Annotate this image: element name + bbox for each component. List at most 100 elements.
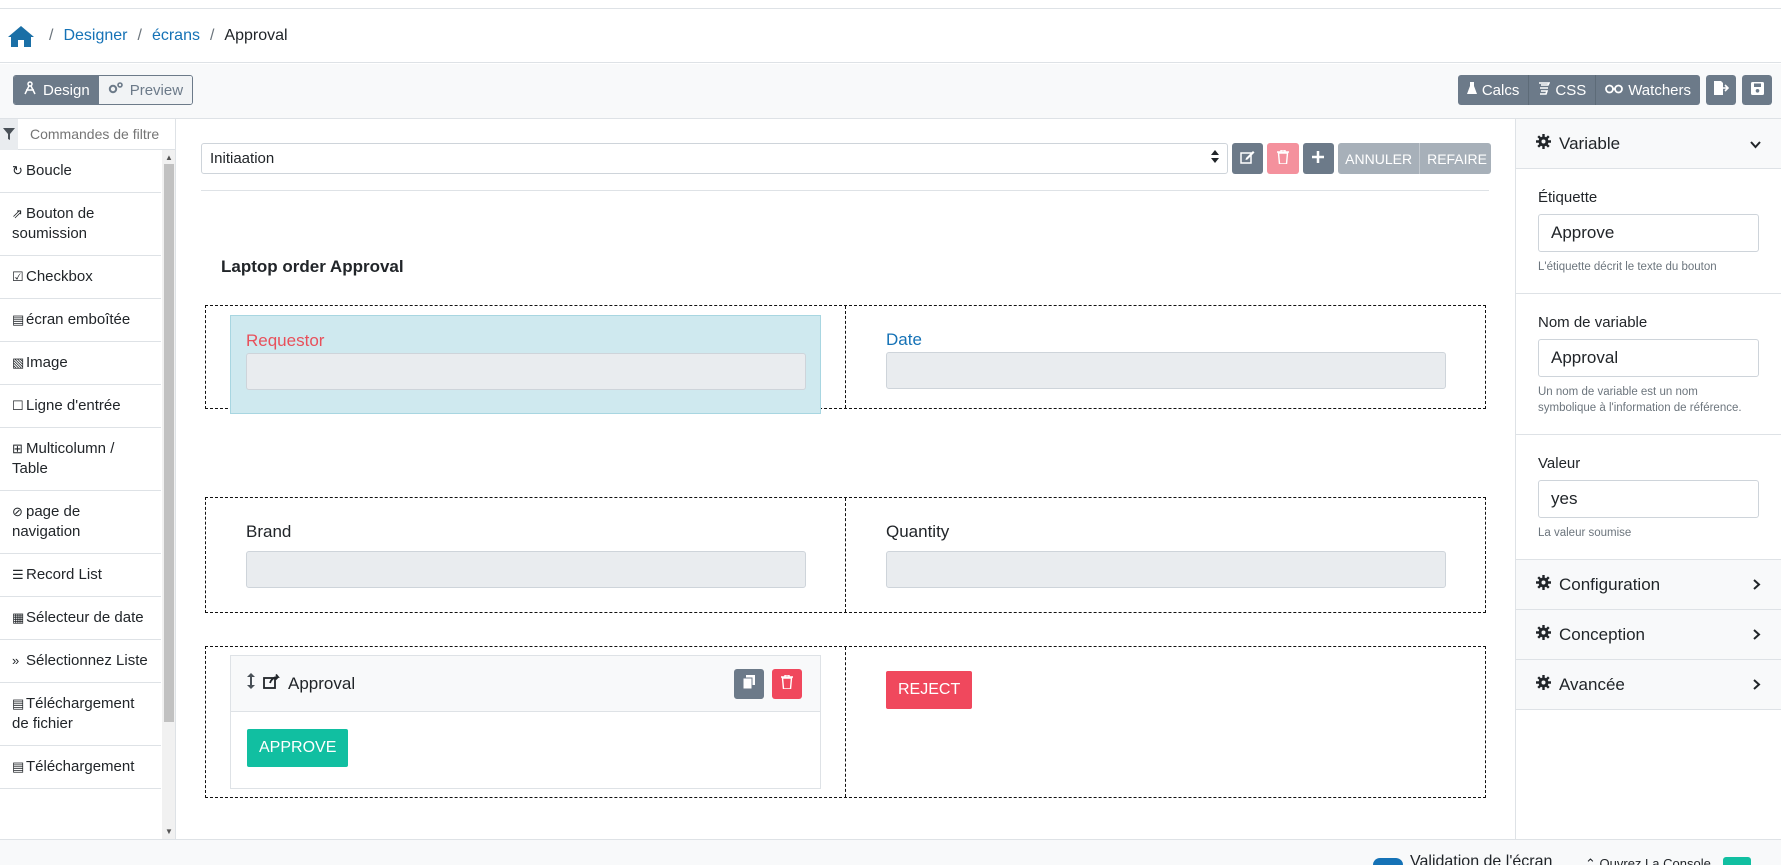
chevron-right-icon [1753,625,1761,645]
approval-button-card[interactable]: Approval APPROVE [230,655,821,789]
variable-section-header[interactable]: Variable [1516,119,1781,169]
file-export-icon [1713,81,1730,99]
calcs-button[interactable]: Calcs [1457,75,1530,105]
open-console-button[interactable]: ⌃ Ouvrez La Console [1585,856,1711,865]
delete-button[interactable] [772,669,802,699]
component-label: Téléchargement [26,758,135,775]
date-input[interactable] [886,352,1446,389]
scroll-down-icon[interactable]: ▼ [165,827,173,836]
component-item-record-list[interactable]: ☰ Record List [0,554,161,597]
screen-validation-toggle[interactable] [1373,858,1403,865]
label-property: Étiquette Approve L'étiquette décrit le … [1516,169,1781,294]
scroll-up-icon[interactable]: ▲ [165,153,173,162]
label-property-input[interactable]: Approve [1538,214,1759,252]
approval-card-title: Approval [288,673,356,693]
label-property-help: L'étiquette décrit le texte du bouton [1538,261,1717,273]
card-actions [734,669,802,699]
value-property-input[interactable]: yes [1538,480,1759,518]
trash-icon [1277,148,1290,168]
square-icon: ☐ [12,398,24,413]
label-property-title: Étiquette [1538,189,1598,206]
scrollbar-thumb[interactable] [164,164,174,722]
save-button[interactable] [1742,75,1772,105]
component-item-nested-screen[interactable]: ▤ écran emboîtée [0,299,161,342]
multicolumn-row-3[interactable]: Approval APPROVE REJECT [205,646,1486,798]
component-item-submit-button[interactable]: ⇗ Bouton de soumission [0,193,161,256]
variable-header-label: Variable [1559,133,1621,153]
gear-icon [1536,624,1551,645]
component-item-page-navigation[interactable]: ⊘ page de navigation [0,491,161,554]
component-item-select-list[interactable]: » Sélectionnez Liste [0,640,161,683]
requestor-input[interactable] [246,353,806,390]
column-right[interactable]: Quantity [845,498,1485,612]
column-left[interactable]: Requestor [206,306,845,414]
file-download-icon: ▤ [12,759,25,774]
undo-button[interactable]: ANNULER [1338,143,1421,174]
delete-page-button[interactable] [1267,143,1299,174]
duplicate-button[interactable] [734,669,764,699]
plus-icon [1312,150,1325,167]
chevron-right-icon [1753,675,1761,695]
component-item-date-picker[interactable]: ▦ Sélecteur de date [0,597,161,640]
component-item-file-upload[interactable]: ▤ Téléchargement de fichier [0,683,161,746]
component-label: écran emboîtée [26,311,131,328]
breadcrumb-current: Approval [224,26,288,44]
configuration-section-header[interactable]: Configuration [1516,560,1781,610]
add-page-button[interactable] [1302,143,1335,174]
breadcrumb-link-screens[interactable]: écrans [152,27,200,45]
component-item-file-download[interactable]: ▤ Téléchargement [0,746,161,789]
form-title[interactable]: Laptop order Approval [221,257,404,277]
cogs-icon [108,81,124,99]
file-icon: ▤ [12,312,25,327]
edit-page-button[interactable] [1232,143,1264,174]
brand-input[interactable] [246,551,806,588]
component-label: Sélectionnez Liste [26,652,148,669]
multicolumn-row-1[interactable]: Requestor Date [205,305,1486,414]
filter-commands-input[interactable] [18,126,168,142]
column-left[interactable]: Approval APPROVE [206,647,845,797]
css3-icon [1538,81,1551,99]
preview-mode-button[interactable]: Preview [98,76,193,104]
component-item-loop[interactable]: ↻ Boucle [0,150,161,193]
component-item-multicolumn[interactable]: ⊞ Multicolumn / Table [0,428,161,491]
component-item-image[interactable]: ▧ Image [0,342,161,385]
approve-button[interactable]: APPROVE [247,729,349,767]
approval-card-header[interactable]: Approval [231,656,820,712]
redo-icon: ↻ [12,163,23,178]
value-property-title: Valeur [1538,455,1581,472]
export-button[interactable] [1706,75,1736,105]
css-button[interactable]: CSS [1529,75,1597,105]
component-scrollbar[interactable]: ▲ ▼ [162,150,175,839]
screen-page-select[interactable]: Initiaation [201,143,1228,174]
home-icon[interactable] [7,22,39,50]
column-left[interactable]: Brand [206,498,845,612]
reject-button[interactable]: REJECT [886,671,973,709]
console-status-badge [1723,857,1751,865]
quantity-input[interactable] [886,551,1446,588]
varname-property-title: Nom de variable [1538,314,1648,331]
share-square-icon [263,673,280,694]
conception-section-header[interactable]: Conception [1516,610,1781,660]
drag-handle-icon[interactable] [247,673,255,694]
column-right[interactable]: Date [845,306,1485,408]
date-label: Date [886,330,922,349]
design-mode-button[interactable]: Design [14,76,99,104]
breadcrumb: / Designer / écrans / Approval [0,9,1781,63]
column-right[interactable]: REJECT [845,647,1485,797]
list-icon: ☰ [12,567,24,582]
watchers-button[interactable]: Watchers [1596,75,1700,105]
value-property: Valeur yes La valeur soumise [1516,435,1781,560]
component-list: ↻ Boucle ⇗ Bouton de soumission ☑ Checkbox … [0,150,161,789]
screen-page-value: Initiaation [210,150,275,167]
redo-button[interactable]: REFAIRE [1420,143,1491,174]
component-item-checkbox[interactable]: ☑ Checkbox [0,256,161,299]
breadcrumb-link-designer[interactable]: Designer [63,27,127,45]
advanced-section-header[interactable]: Avancée [1516,660,1781,710]
trash-icon [781,674,793,693]
breadcrumb-separator: / [209,26,215,44]
component-item-input-line[interactable]: ☐ Ligne d'entrée [0,385,161,428]
multicolumn-row-2[interactable]: Brand Quantity [205,497,1486,613]
varname-property-input[interactable]: Approval [1538,339,1759,377]
image-icon: ▧ [12,355,25,370]
filter-icon [0,119,18,150]
